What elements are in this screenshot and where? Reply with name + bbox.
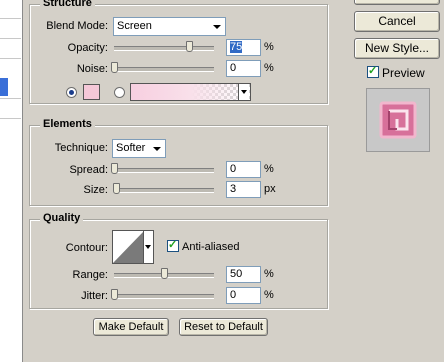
range-value: 50 [230,268,243,280]
size-value: 3 [230,183,237,195]
anti-aliased-checkbox[interactable]: ✓ [167,239,179,252]
opacity-unit: % [264,41,274,53]
opacity-slider-thumb[interactable] [186,41,193,52]
opacity-slider-track[interactable] [114,46,214,51]
size-slider-thumb[interactable] [113,183,120,194]
chevron-down-icon [153,147,161,151]
size-slider-track[interactable] [114,188,214,193]
noise-slider-thumb[interactable] [111,62,118,73]
jitter-value: 0 [230,289,237,301]
spread-slider-track[interactable] [114,168,214,173]
technique-label: Technique: [54,142,108,154]
ok-button[interactable] [354,0,440,5]
list-row-divider [0,38,21,39]
gradient-picker[interactable] [130,83,251,101]
contour-label: Contour: [65,242,108,254]
preview-square-icon [379,101,417,139]
noise-input[interactable]: 0 [226,60,261,77]
jitter-slider-track[interactable] [114,294,214,299]
jitter-input[interactable]: 0 [226,287,261,304]
chevron-down-icon [241,90,247,94]
opacity-input[interactable]: 75 [226,39,261,56]
blend-mode-dropdown[interactable]: Screen [113,17,226,36]
blend-mode-label: Blend Mode: [46,20,108,32]
jitter-slider-thumb[interactable] [111,289,118,300]
gradient-radio[interactable] [114,87,125,98]
preview-checkbox[interactable]: ✓ [367,65,379,78]
range-unit: % [264,268,274,280]
spread-value: 0 [230,163,237,175]
solid-color-radio[interactable] [66,87,77,98]
size-label: Size: [83,184,108,196]
spread-label: Spread: [69,164,108,176]
range-input[interactable]: 50 [226,266,261,283]
checkmark-icon: ✓ [168,239,178,251]
list-row-divider [0,118,21,119]
structure-title: Structure [40,0,95,9]
new-style-button[interactable]: New Style... [354,38,440,59]
checkmark-icon: ✓ [368,65,378,77]
technique-dropdown[interactable]: Softer [112,139,166,158]
contour-curve-icon [113,231,144,263]
style-preview-thumbnail [366,88,430,152]
noise-slider-track[interactable] [114,67,214,72]
size-unit: px [264,183,276,195]
elements-title: Elements [40,118,95,130]
glow-color-swatch[interactable] [83,84,100,100]
list-row-divider [0,58,21,59]
spread-unit: % [264,163,274,175]
opacity-value: 75 [230,41,243,53]
technique-value: Softer [116,142,146,154]
anti-aliased-label: Anti-aliased [182,241,240,253]
make-default-button[interactable]: Make Default [93,318,169,336]
list-row-divider [0,98,21,99]
blend-mode-value: Screen [117,20,152,32]
size-input[interactable]: 3 [226,181,261,198]
spread-input[interactable]: 0 [226,161,261,178]
gradient-dropdown-button[interactable] [238,84,249,100]
opacity-label: Opacity: [67,42,108,54]
cancel-button[interactable]: Cancel [354,11,440,32]
range-slider-thumb[interactable] [161,268,168,279]
chevron-down-icon [213,25,221,29]
preview-label: Preview [382,66,425,80]
contour-picker[interactable] [112,230,154,264]
quality-title: Quality [40,212,84,224]
noise-unit: % [264,62,274,74]
chevron-down-icon [145,245,151,249]
jitter-unit: % [264,289,274,301]
noise-value: 0 [230,62,237,74]
spread-slider-thumb[interactable] [111,163,118,174]
reset-to-default-button[interactable]: Reset to Default [179,318,268,336]
styles-list-edge [0,0,23,362]
radio-selected-dot [69,90,74,95]
range-label: Range: [72,269,108,281]
noise-label: Noise: [76,63,108,75]
contour-dropdown-button[interactable] [143,231,153,263]
jitter-label: Jitter: [81,290,108,302]
list-selected-row[interactable] [0,78,8,96]
list-row-divider [0,18,21,19]
